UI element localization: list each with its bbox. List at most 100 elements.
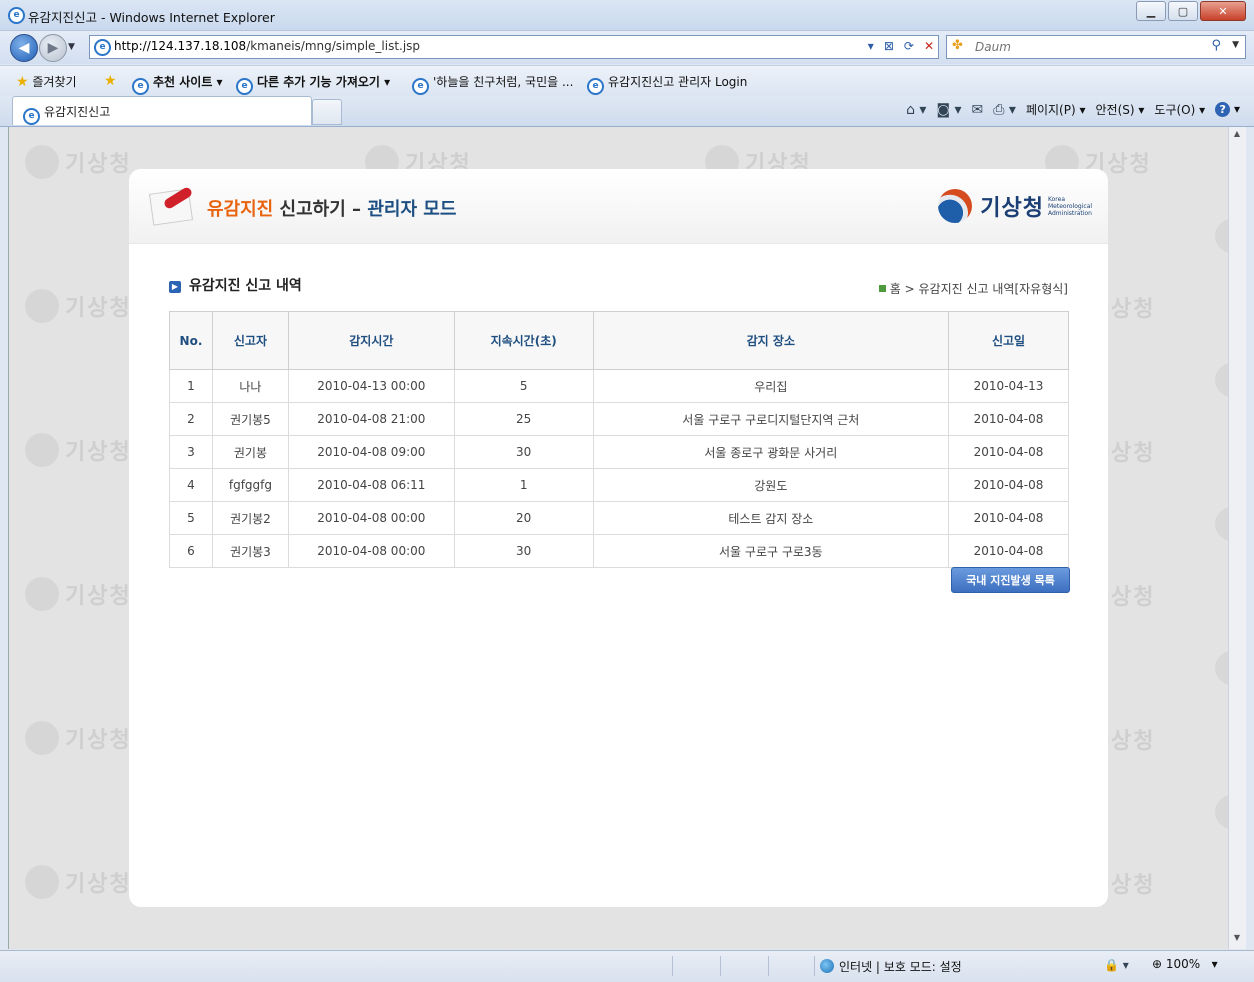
cell-location[interactable]: 서울 구로구 구로디지털단지역 근처 — [592, 402, 950, 436]
domestic-earthquake-list-button[interactable]: 국내 지진발생 목록 — [951, 567, 1070, 593]
col-duration: 지속시간(초) — [453, 311, 594, 370]
page-menu[interactable]: 페이지(P) ▾ — [1026, 101, 1086, 118]
cell-detected-time: 2010-04-08 21:00 — [287, 402, 455, 436]
cell-report-date: 2010-04-08 — [948, 501, 1069, 535]
cell-reporter: 나나 — [211, 369, 289, 403]
fav-kma-home[interactable]: e '하늘을 친구처럼, 국민을 ... — [412, 73, 573, 95]
add-favorite-icon[interactable]: ★ — [104, 73, 117, 89]
search-options-icon[interactable]: ▼ — [1232, 40, 1239, 50]
breadcrumb-current: 유감지진 신고 내역[자유형식] — [918, 282, 1068, 296]
report-table: No. 신고자 감지시간 지속시간(초) 감지 장소 신고일 1 나나 2010… — [169, 311, 1069, 568]
print-icon[interactable]: ⎙ ▾ — [993, 102, 1016, 118]
zoom-level[interactable]: ⊕ 100% ▾ — [1152, 957, 1218, 971]
daum-logo-icon: ✤ — [952, 38, 963, 53]
section-bullet-icon: ▶ — [169, 281, 181, 293]
help-menu[interactable]: ? ▾ — [1215, 102, 1240, 117]
history-dropdown-icon[interactable]: ▼ — [68, 42, 75, 52]
cell-duration: 1 — [453, 468, 594, 502]
ie-page-icon: e — [587, 78, 604, 95]
tab-bar: e 유감지진신고 ⌂ ▾ ◙ ▾ ✉ ⎙ ▾ 페이지(P) ▾ 안전(S) ▾ 도… — [0, 96, 1254, 127]
cell-no: 3 — [169, 435, 213, 469]
tab-active[interactable]: e 유감지진신고 — [12, 96, 312, 125]
watermark: 기상청 — [25, 289, 132, 323]
back-button[interactable]: ◀ — [10, 34, 38, 62]
safety-menu[interactable]: 안전(S) ▾ — [1096, 101, 1145, 118]
table-row[interactable]: 6 권기봉3 2010-04-08 00:00 30 서울 구로구 구로3동 2… — [169, 534, 1069, 568]
watermark-edge — [1215, 795, 1229, 829]
cell-reporter: 권기봉 — [211, 435, 289, 469]
cell-reporter: 권기봉5 — [211, 402, 289, 436]
cell-report-date: 2010-04-08 — [948, 468, 1069, 502]
mail-icon[interactable]: ✉ — [972, 102, 984, 118]
watermark: 기상청 — [25, 433, 132, 467]
protected-mode-icon[interactable]: 🔒 ▾ — [1104, 958, 1129, 972]
new-tab-button[interactable] — [312, 99, 342, 125]
breadcrumb-home[interactable]: 홈 — [890, 282, 901, 296]
watermark-edge — [1215, 363, 1229, 397]
favorites-button[interactable]: ★ 즐겨찾기 — [16, 73, 77, 90]
ie-page-icon: e — [236, 78, 253, 95]
ie-page-icon: e — [412, 78, 429, 95]
maximize-button[interactable]: ▢ — [1168, 1, 1198, 21]
cell-detected-time: 2010-04-08 06:11 — [287, 468, 455, 502]
watermark: 상청 — [1111, 729, 1156, 754]
table-row[interactable]: 4 fgfggfg 2010-04-08 06:11 1 강원도 2010-04… — [169, 468, 1069, 502]
cell-location[interactable]: 테스트 감지 장소 — [592, 501, 950, 535]
col-no: No. — [169, 311, 213, 370]
refresh-icon[interactable]: ⟳ — [904, 39, 914, 53]
search-input[interactable] — [973, 38, 1207, 56]
command-bar: ⌂ ▾ ◙ ▾ ✉ ⎙ ▾ 페이지(P) ▾ 안전(S) ▾ 도구(O) ▾ ?… — [906, 101, 1240, 118]
feeds-icon[interactable]: ◙ ▾ — [936, 102, 961, 118]
table-row[interactable]: 5 권기봉2 2010-04-08 00:00 20 테스트 감지 장소 201… — [169, 501, 1069, 535]
cell-report-date: 2010-04-08 — [948, 435, 1069, 469]
address-dropdown-icon[interactable]: ▾ — [868, 39, 874, 53]
cell-duration: 30 — [453, 435, 594, 469]
watermark-edge — [1215, 219, 1229, 253]
table-row[interactable]: 1 나나 2010-04-13 00:00 5 우리집 2010-04-13 — [169, 369, 1069, 403]
watermark-edge — [1215, 507, 1229, 541]
cell-no: 4 — [169, 468, 213, 502]
security-zone[interactable]: 인터넷 | 보호 모드: 설정 — [820, 958, 962, 975]
fav-suggested-sites[interactable]: e 추천 사이트 ▾ — [132, 73, 223, 95]
minimize-button[interactable]: ▁ — [1136, 1, 1166, 21]
stop-icon[interactable]: ✕ — [924, 39, 934, 53]
cell-no: 1 — [169, 369, 213, 403]
compatibility-view-icon[interactable]: ⊠ — [884, 39, 894, 53]
watermark: 기상청 — [25, 721, 132, 755]
cell-no: 6 — [169, 534, 213, 568]
fav-admin-login[interactable]: e 유감지진신고 관리자 Login — [587, 73, 747, 95]
page-icon: e — [94, 39, 111, 56]
address-bar[interactable]: e http://124.137.18.108/kmaneis/mng/simp… — [89, 35, 939, 59]
search-icon[interactable]: ⚲ — [1211, 38, 1221, 53]
search-box[interactable]: ✤ ⚲ ▼ — [946, 35, 1246, 59]
ie-logo-icon: e — [8, 7, 25, 24]
cell-location[interactable]: 강원도 — [592, 468, 950, 502]
breadcrumb-bullet-icon — [878, 285, 886, 292]
address-url: http://124.137.18.108/kmaneis/mng/simple… — [114, 39, 421, 53]
scroll-down-icon[interactable]: ▼ — [1231, 933, 1243, 947]
table-header-row: No. 신고자 감지시간 지속시간(초) 감지 장소 신고일 — [169, 311, 1069, 370]
table-row[interactable]: 3 권기봉 2010-04-08 09:00 30 서울 종로구 광화문 사거리… — [169, 435, 1069, 469]
scroll-up-icon[interactable]: ▲ — [1231, 129, 1243, 143]
forward-button[interactable]: ▶ — [39, 34, 67, 62]
cell-reporter: 권기봉3 — [211, 534, 289, 568]
vertical-scrollbar[interactable]: ▲ ▼ — [1228, 127, 1246, 949]
cell-location[interactable]: 서울 종로구 광화문 사거리 — [592, 435, 950, 469]
home-icon[interactable]: ⌂ ▾ — [906, 102, 926, 118]
fav-get-addons[interactable]: e 다른 추가 기능 가져오기 ▾ — [236, 73, 390, 95]
cell-location[interactable]: 서울 구로구 구로3동 — [592, 534, 950, 568]
close-button[interactable]: ✕ — [1200, 1, 1246, 21]
cell-reporter: 권기봉2 — [211, 501, 289, 535]
watermark: 상청 — [1111, 873, 1156, 898]
watermark-edge — [1215, 651, 1229, 685]
tab-title: 유감지진신고 — [44, 105, 111, 119]
table-row[interactable]: 2 권기봉5 2010-04-08 21:00 25 서울 구로구 구로디지털단… — [169, 402, 1069, 436]
kma-logo: 기상청 Korea Meteorological Administration — [938, 189, 1092, 223]
window-title: 유감지진신고 - Windows Internet Explorer — [28, 10, 275, 25]
window-titlebar: e 유감지진신고 - Windows Internet Explorer ▁ ▢… — [0, 0, 1254, 31]
status-bar: 인터넷 | 보호 모드: 설정 🔒 ▾ ⊕ 100% ▾ — [0, 950, 1254, 982]
cell-duration: 25 — [453, 402, 594, 436]
tools-menu[interactable]: 도구(O) ▾ — [1154, 101, 1205, 118]
cell-location[interactable]: 우리집 — [592, 369, 950, 403]
help-icon: ? — [1215, 102, 1231, 117]
